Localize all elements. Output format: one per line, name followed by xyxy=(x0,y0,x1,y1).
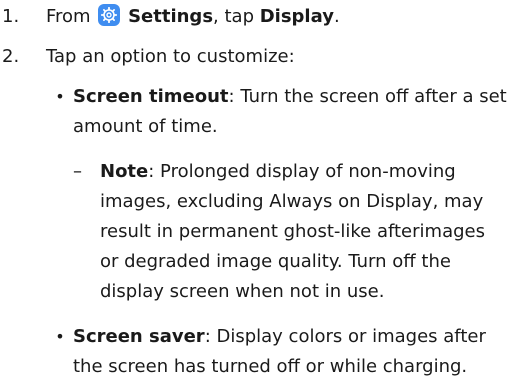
note-text: : Prolonged display of non-moving xyxy=(148,161,456,182)
step-1-middle: , tap xyxy=(213,6,260,27)
note-line-5: display screen when not in use. xyxy=(100,281,385,302)
bullet-icon: • xyxy=(55,327,65,346)
note-line-3: result in permanent ghost-like afterimag… xyxy=(100,221,485,242)
option-term: Screen timeout xyxy=(73,86,229,107)
settings-label: Settings xyxy=(128,6,214,27)
settings-gear-icon xyxy=(98,4,121,26)
instructions-document: 1. From Settings, tap Display. 2. Tap an… xyxy=(0,0,529,385)
option-body: Screen saver: Display colors or images a… xyxy=(73,322,513,382)
bullet-icon: • xyxy=(55,87,65,106)
note-body: Note: Prolonged display of non-moving im… xyxy=(100,157,520,307)
step-1-prefix: From xyxy=(46,6,97,27)
note-label: Note xyxy=(100,161,149,182)
note-line-2: images, excluding Always on Display, may xyxy=(100,191,484,212)
step-1-text: From Settings, tap Display. xyxy=(46,2,340,32)
dash-icon: – xyxy=(73,161,82,182)
option-description: : Display colors or images after xyxy=(204,326,486,347)
option-line-2: amount of time. xyxy=(73,116,218,137)
note-line-1: Note: Prolonged display of non-moving xyxy=(100,157,520,187)
note-line-4: or degraded image quality. Turn off the xyxy=(100,251,451,272)
step-1-number: 1. xyxy=(2,6,20,27)
option-line-1: Screen saver: Display colors or images a… xyxy=(73,322,513,352)
option-body: Screen timeout: Turn the screen off afte… xyxy=(73,82,513,142)
option-line-1: Screen timeout: Turn the screen off afte… xyxy=(73,82,513,112)
step-1-suffix: . xyxy=(333,6,340,27)
option-line-2: the screen has turned off or while charg… xyxy=(73,356,468,377)
option-description: : Turn the screen off after a set xyxy=(228,86,507,107)
step-2-number: 2. xyxy=(2,46,20,67)
display-label: Display xyxy=(259,6,334,27)
step-2-text: Tap an option to customize: xyxy=(46,46,295,67)
option-term: Screen saver xyxy=(73,326,205,347)
